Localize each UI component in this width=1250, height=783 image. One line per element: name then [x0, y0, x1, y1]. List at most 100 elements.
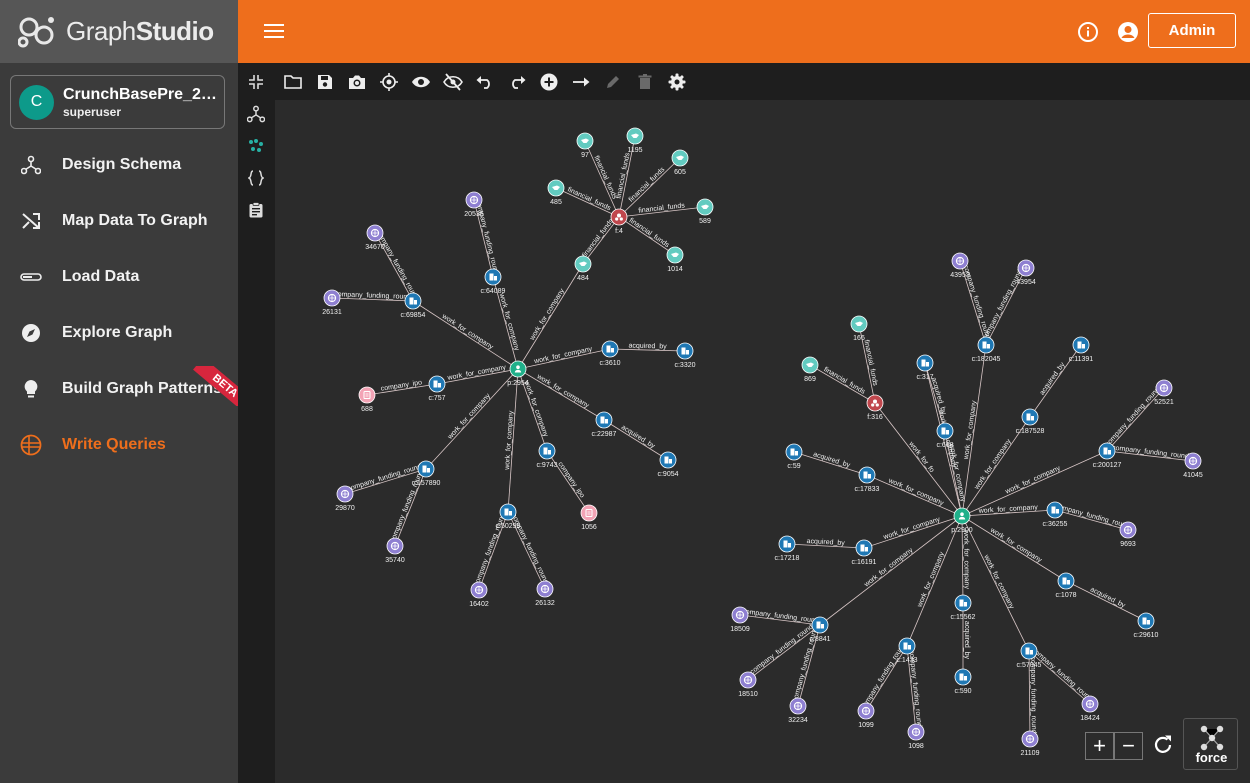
hide-eye-icon[interactable] — [443, 72, 463, 92]
edge[interactable]: company_funding_round — [374, 230, 419, 302]
undo-icon[interactable] — [475, 72, 495, 92]
edge[interactable]: company_funding_round — [1106, 445, 1194, 462]
info-icon[interactable] — [1077, 21, 1099, 43]
edge[interactable]: financial_funds — [809, 364, 876, 404]
graph-node-company[interactable]: c:16191 — [852, 539, 877, 566]
edge-line[interactable] — [546, 450, 590, 514]
edge[interactable]: work_for_company — [906, 515, 963, 647]
graph-node-company[interactable]: c:187528 — [1016, 408, 1045, 435]
edge[interactable]: acquired_by — [786, 538, 865, 549]
edge[interactable]: acquired_by — [1065, 580, 1147, 622]
graph-node-ipo[interactable]: 1056 — [580, 504, 598, 531]
graph-node-company[interactable]: c:590 — [954, 668, 972, 695]
graph-node-funding[interactable]: 18510 — [738, 671, 758, 698]
zoom-out-button[interactable]: − — [1114, 732, 1143, 760]
add-vertex-icon[interactable] — [539, 72, 559, 92]
nav-map-data[interactable]: Map Data To Graph — [0, 201, 238, 241]
edge[interactable]: work_for_company — [504, 368, 519, 513]
json-braces-icon[interactable] — [246, 168, 266, 188]
graph-node-company[interactable]: c:757 — [428, 375, 446, 402]
graph-node-funding[interactable]: 26131 — [322, 289, 342, 316]
nav-design-schema[interactable]: Design Schema — [0, 145, 238, 185]
graph-node-investor[interactable]: 1195 — [626, 127, 644, 154]
graph-canvas[interactable]: work_for_company work_for_company work_for… — [275, 100, 1250, 783]
graph-node-company[interactable]: c:9743 — [536, 442, 558, 469]
delete-trash-icon[interactable] — [635, 72, 655, 92]
open-folder-icon[interactable] — [283, 72, 303, 92]
graph-node-funding[interactable]: 16402 — [469, 581, 489, 608]
locate-crosshair-icon[interactable] — [379, 72, 399, 92]
collapse-icon[interactable] — [246, 72, 266, 92]
edge[interactable]: work_for_company — [436, 364, 519, 385]
graph-node-funding[interactable]: 18509 — [730, 606, 750, 633]
settings-gear-icon[interactable] — [667, 72, 687, 92]
edge[interactable]: work_for_company — [863, 515, 963, 549]
graph-node-funding[interactable]: 21109 — [1021, 730, 1040, 757]
save-icon[interactable] — [315, 72, 335, 92]
graph-node-investor[interactable]: 869 — [801, 356, 819, 383]
edge[interactable]: company_funding_round — [739, 608, 821, 626]
graph-node-company[interactable]: c:9054 — [657, 451, 679, 478]
edge[interactable]: acquired_by — [793, 451, 868, 476]
graph-node-investor[interactable]: 605 — [671, 149, 689, 176]
edge[interactable]: financial_funds — [618, 216, 676, 256]
graph-node-company[interactable]: c:3320 — [674, 342, 696, 369]
graph-node-company[interactable]: c:15562 — [951, 594, 976, 621]
edge-line[interactable] — [863, 515, 963, 549]
edge-line[interactable] — [961, 344, 987, 517]
graph-node-funding[interactable]: 1098 — [907, 723, 925, 750]
graph-node-funding[interactable]: 18424 — [1080, 695, 1100, 722]
hamburger-menu-icon[interactable] — [264, 22, 284, 40]
graph-node-company[interactable]: c:182045 — [972, 336, 1001, 363]
edit-pencil-icon[interactable] — [603, 72, 623, 92]
show-eye-icon[interactable] — [411, 72, 431, 92]
nav-load-data[interactable]: Load Data — [0, 257, 238, 297]
nav-write-queries[interactable]: Write Queries — [0, 425, 238, 465]
user-account-icon[interactable] — [1117, 21, 1139, 43]
nav-explore-graph[interactable]: Explore Graph — [0, 313, 238, 353]
node-circle[interactable] — [358, 386, 376, 404]
edge[interactable]: work_for_company — [961, 344, 987, 517]
graph-visualization[interactable]: work_for_companywork_for_companywork_for… — [275, 100, 1250, 783]
edge-line[interactable] — [924, 362, 963, 517]
clipboard-icon[interactable] — [246, 200, 266, 220]
edge[interactable]: company_funding_round — [1104, 386, 1165, 452]
edge-line[interactable] — [1065, 580, 1147, 622]
edge[interactable]: company_ipo — [546, 450, 590, 514]
graph-node-funding[interactable]: 35740 — [385, 537, 405, 564]
graph-node-investor[interactable]: 485 — [547, 179, 565, 206]
edge[interactable]: acquired_by — [603, 419, 669, 461]
edge[interactable]: work_for_company — [866, 474, 963, 517]
edge-line[interactable] — [906, 515, 963, 647]
current-graph-card[interactable]: C CrunchBasePre_20... superuser — [10, 75, 225, 129]
zoom-in-button[interactable]: + — [1085, 732, 1114, 760]
edge[interactable]: company_ipo — [366, 379, 438, 396]
graph-node-investor[interactable]: 97 — [576, 132, 594, 159]
graph-node-company[interactable]: c:64089 — [481, 268, 506, 295]
graph-node-company[interactable]: c:3610 — [599, 340, 621, 367]
edge[interactable]: acquired_by — [609, 343, 686, 352]
edge-line[interactable] — [809, 364, 876, 404]
graph-node-company[interactable]: c:1078 — [1055, 572, 1077, 599]
graph-node-investor[interactable]: 1014 — [666, 246, 684, 273]
graph-node-funding[interactable]: 29870 — [335, 485, 355, 512]
edge-line[interactable] — [603, 419, 669, 461]
edge[interactable]: work_for_company — [924, 362, 963, 517]
graph-node-funding[interactable]: 32234 — [788, 697, 808, 724]
graph-node-company[interactable]: c:668 — [936, 422, 954, 449]
graph-node-ipo[interactable]: 688 — [358, 386, 376, 413]
edge-line[interactable] — [866, 474, 963, 517]
edge[interactable]: company_funding_round — [1028, 647, 1093, 705]
graph-node-investor[interactable]: 484 — [574, 255, 592, 282]
edge[interactable]: company_funding_round — [331, 291, 414, 302]
schema-rail-icon[interactable] — [246, 104, 266, 124]
graph-node-company[interactable]: c:22987 — [592, 411, 617, 438]
edge[interactable]: company_funding_round — [860, 642, 908, 712]
layout-force-button[interactable]: force — [1183, 718, 1238, 770]
graph-node-funding[interactable]: 1099 — [857, 702, 875, 729]
edge-line[interactable] — [618, 216, 676, 256]
app-logo[interactable]: GraphStudio — [0, 0, 238, 63]
graph-node-company[interactable]: c:11391 — [1069, 336, 1093, 363]
refresh-layout-icon[interactable] — [1152, 734, 1174, 756]
graph-node-company[interactable]: c:17218 — [775, 535, 800, 562]
